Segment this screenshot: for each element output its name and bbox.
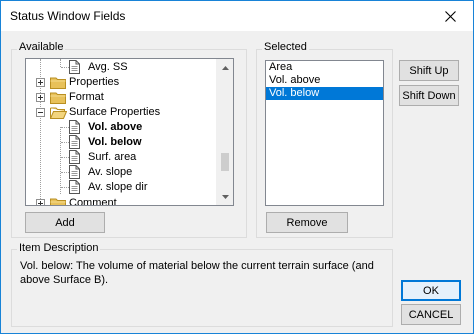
title-bar[interactable]: Status Window Fields [1, 1, 473, 31]
tree-item-label: Surface Properties [69, 106, 161, 118]
scroll-up-arrow[interactable] [217, 59, 233, 76]
tree-item-comment[interactable]: Comment [26, 196, 217, 206]
tree-connector [61, 187, 69, 188]
remove-button[interactable]: Remove [266, 212, 348, 233]
selected-label: Selected [262, 41, 309, 53]
tree-item-label: Vol. below [88, 136, 142, 148]
close-icon [444, 10, 456, 22]
available-label: Available [17, 41, 66, 53]
add-button[interactable]: Add [25, 212, 105, 233]
tree-item-label: Surf. area [88, 151, 137, 163]
plus-box-icon[interactable] [36, 93, 45, 102]
tree-item-label: Format [69, 91, 104, 103]
plus-box-icon[interactable] [36, 78, 45, 87]
shift-down-button[interactable]: Shift Down [399, 85, 459, 106]
folder-icon [50, 197, 66, 205]
scroll-down-arrow[interactable] [217, 188, 233, 205]
ok-button[interactable]: OK [401, 280, 461, 301]
plus-box-icon[interactable] [36, 199, 45, 205]
list-item-vol-above[interactable]: Vol. above [266, 74, 383, 87]
tree-connector [61, 142, 69, 143]
scroll-thumb[interactable] [221, 153, 229, 171]
cancel-button[interactable]: CANCEL [401, 304, 461, 325]
close-button[interactable] [427, 1, 473, 31]
list-item-area[interactable]: Area [266, 61, 383, 74]
tree-item-label: Avg. SS [88, 61, 128, 73]
item-description-text: Vol. below: The volume of material below… [20, 260, 374, 286]
tree-item-surf-area[interactable]: Surf. area [26, 150, 217, 165]
tree-vertical-scrollbar[interactable] [216, 59, 233, 205]
tree-connector [61, 157, 69, 158]
tree-item-av-slope-dir[interactable]: Av. slope dir [26, 180, 217, 195]
tree-item-label: Comment [69, 197, 117, 206]
tree-connector [61, 172, 69, 173]
tree-item-label: Vol. above [88, 121, 143, 133]
selected-list[interactable]: Area Vol. above Vol. below [265, 60, 384, 206]
tree-item-avg-ss[interactable]: Avg. SS [26, 60, 217, 75]
list-item-vol-below[interactable]: Vol. below [266, 87, 383, 100]
tree-connector [61, 67, 69, 68]
tree-item-av-slope[interactable]: Av. slope [26, 165, 217, 180]
tree-item-label: Av. slope [88, 166, 133, 178]
shift-up-button[interactable]: Shift Up [399, 60, 459, 81]
dialog-window: Status Window Fields Available Avg. SS P… [0, 0, 474, 334]
tree-connector [61, 127, 69, 128]
tree-item-vol-above[interactable]: Vol. above [26, 120, 217, 135]
tree-item-format[interactable]: Format [26, 90, 217, 105]
tree-item-surface-properties[interactable]: Surface Properties [26, 105, 217, 120]
window-title: Status Window Fields [10, 9, 126, 23]
tree-item-vol-below[interactable]: Vol. below [26, 135, 217, 150]
item-description-label: Item Description [17, 242, 101, 254]
minus-box-icon[interactable] [36, 108, 45, 117]
tree-item-label: Properties [69, 76, 120, 88]
tree-item-properties[interactable]: Properties [26, 75, 217, 90]
available-tree[interactable]: Avg. SS Properties Format Surface Proper… [25, 58, 234, 206]
tree-item-label: Av. slope dir [88, 181, 148, 193]
